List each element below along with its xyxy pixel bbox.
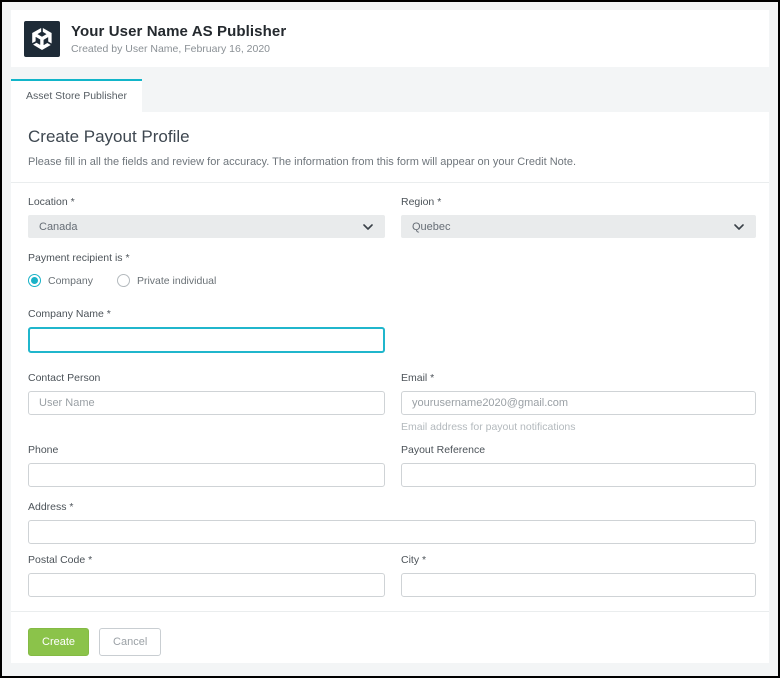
page-description: Please fill in all the fields and review… [28,156,757,168]
location-label: Location * [28,196,385,208]
company-name-label: Company Name * [28,308,385,320]
postal-code-input[interactable] [28,573,385,597]
contact-person-input[interactable] [28,391,385,415]
publisher-created-info: Created by User Name, February 16, 2020 [71,43,286,55]
cancel-button[interactable]: Cancel [99,628,161,656]
city-input[interactable] [401,573,756,597]
payout-profile-panel: Create Payout Profile Please fill in all… [11,112,769,663]
email-helper-text: Email address for payout notifications [401,421,756,433]
location-value: Canada [39,221,78,233]
tab-bar: Asset Store Publisher [11,79,769,112]
postal-code-label: Postal Code * [28,554,385,566]
publisher-name: Your User Name AS Publisher [71,23,286,40]
location-select[interactable]: Canada [28,215,385,238]
payout-reference-label: Payout Reference [401,444,756,456]
radio-company[interactable]: Company [28,274,93,287]
recipient-label: Payment recipient is * [28,252,757,264]
phone-input[interactable] [28,463,385,487]
app-window: Your User Name AS Publisher Created by U… [0,0,780,678]
create-button[interactable]: Create [28,628,89,656]
company-name-input[interactable] [28,327,385,353]
page-title: Create Payout Profile [28,127,757,147]
chevron-down-icon [734,224,744,230]
city-label: City * [401,554,756,566]
email-label: Email * [401,372,756,384]
address-label: Address * [28,501,756,513]
unity-logo-icon [24,21,60,57]
chevron-down-icon [363,224,373,230]
tab-asset-store-publisher[interactable]: Asset Store Publisher [11,79,142,112]
contact-person-label: Contact Person [28,372,385,384]
phone-label: Phone [28,444,385,456]
payout-reference-input[interactable] [401,463,756,487]
footer-divider [11,611,769,612]
form-actions: Create Cancel [28,628,757,656]
header-text: Your User Name AS Publisher Created by U… [71,23,286,55]
radio-private-individual[interactable]: Private individual [117,274,216,287]
address-input[interactable] [28,520,756,544]
radio-selected-icon [28,274,41,287]
email-input[interactable] [401,391,756,415]
region-label: Region * [401,196,756,208]
section-divider [11,182,769,183]
region-value: Quebec [412,221,451,233]
region-select[interactable]: Quebec [401,215,756,238]
publisher-header: Your User Name AS Publisher Created by U… [11,10,769,67]
radio-unselected-icon [117,274,130,287]
recipient-radio-group: Company Private individual [28,274,757,287]
